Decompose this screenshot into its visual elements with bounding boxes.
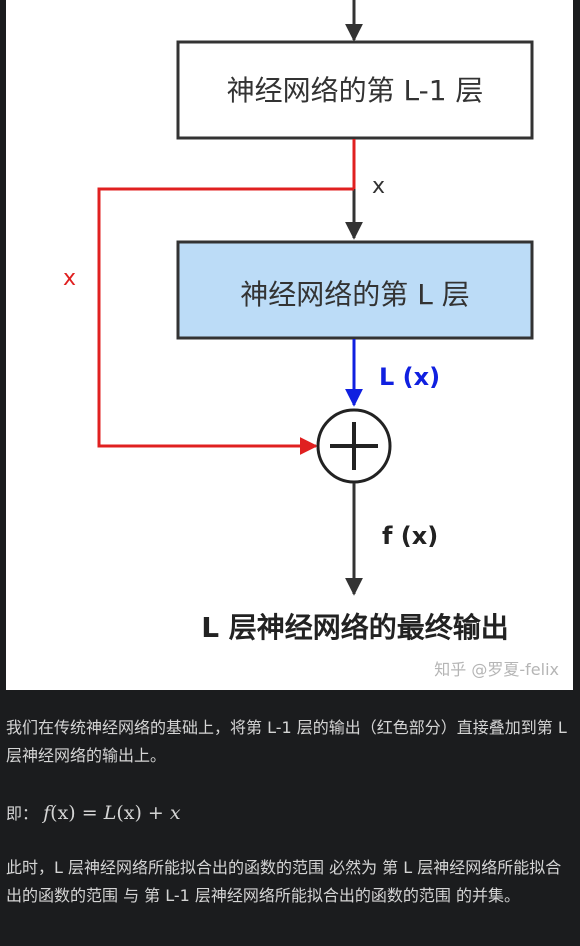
- residual-block-diagram: 神经网络的第 L-1 层 x x 神经网络的第 L 层 L (x) f (x) …: [6, 0, 573, 690]
- formula-rhs-var: x: [169, 802, 181, 824]
- formula-line: 即： f(x) = L(x) + x: [6, 799, 574, 828]
- layer-l-label: 神经网络的第 L 层: [240, 278, 469, 311]
- formula-plus: +: [141, 802, 170, 824]
- edge-top-label: x: [372, 174, 385, 199]
- diagram-canvas: 神经网络的第 L-1 层 x x 神经网络的第 L 层 L (x) f (x) …: [63, 0, 559, 679]
- edge-final-label: f (x): [382, 522, 438, 550]
- output-label: L 层神经网络的最终输出: [201, 611, 509, 644]
- formula-equals: =: [75, 802, 104, 824]
- edge-out-label: L (x): [379, 363, 440, 391]
- formula-rhs-arg: (x): [116, 802, 142, 824]
- formula-lhs-arg: (x): [50, 802, 76, 824]
- layer-l-minus-1-label: 神经网络的第 L-1 层: [227, 74, 484, 107]
- watermark: 知乎 @罗夏-felix: [434, 660, 559, 679]
- formula-prefix: 即：: [6, 804, 39, 823]
- edge-skip-label: x: [63, 266, 76, 291]
- paragraph-conclusion: 此时，L 层神经网络所能拟合出的函数的范围 必然为 第 L 层神经网络所能拟合出…: [6, 858, 562, 905]
- paragraph-intro: 我们在传统神经网络的基础上，将第 L-1 层的输出（红色部分）直接叠加到第 L …: [6, 718, 567, 765]
- plus-circle-icon: [316, 408, 392, 484]
- formula-rhs-fn: L: [103, 802, 117, 824]
